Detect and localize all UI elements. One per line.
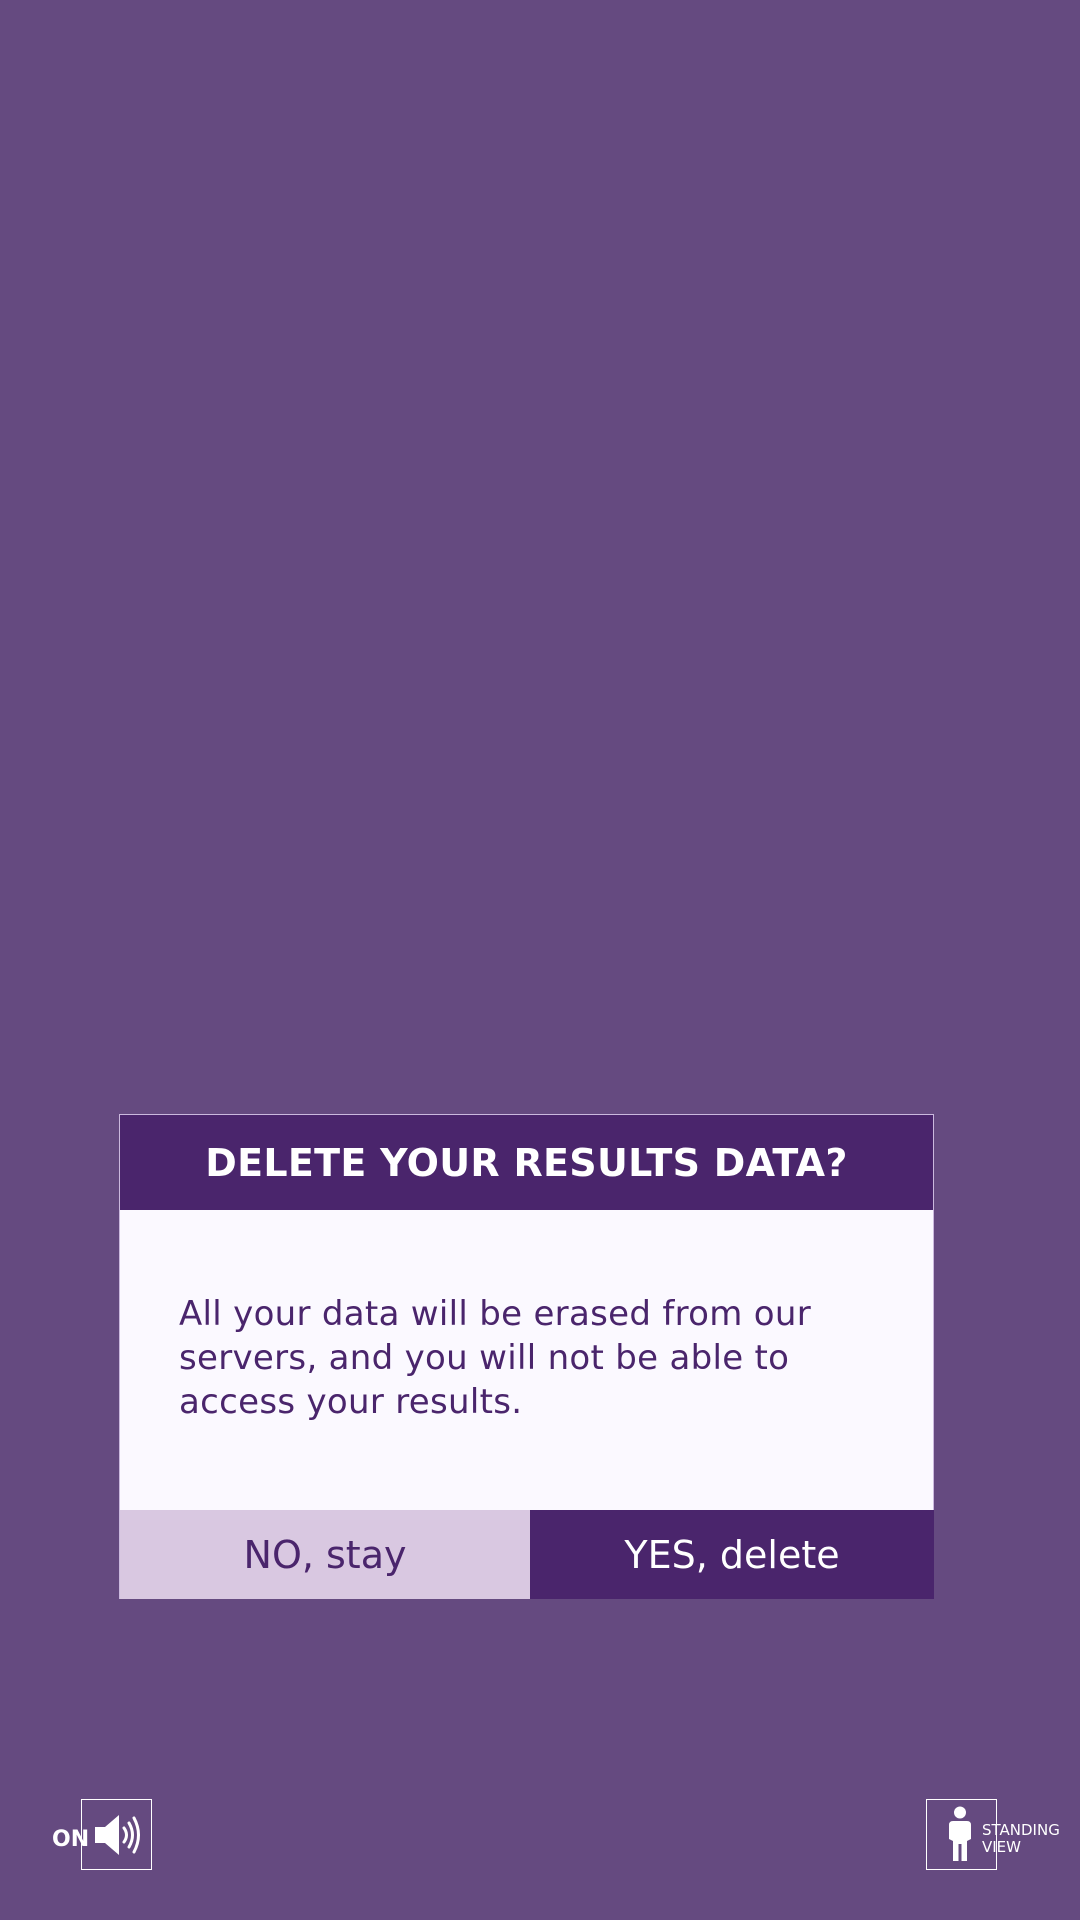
dialog-message: All your data will be erased from our se… (179, 1294, 811, 1422)
standing-view-button[interactable]: STANDING VIEW (926, 1799, 1070, 1872)
cancel-button[interactable]: NO, stay (120, 1510, 530, 1599)
person-standing-icon (949, 1806, 971, 1861)
delete-button[interactable]: YES, delete (530, 1510, 934, 1599)
standing-view-label: STANDING VIEW (982, 1821, 1060, 1856)
dialog-header: DELETE YOUR RESULTS DATA? (120, 1115, 933, 1210)
delete-confirmation-dialog: DELETE YOUR RESULTS DATA? All your data … (119, 1114, 934, 1599)
dialog-title: DELETE YOUR RESULTS DATA? (205, 1140, 848, 1185)
speaker-icon (95, 1815, 140, 1855)
sound-toggle-button[interactable]: ON (52, 1799, 154, 1872)
